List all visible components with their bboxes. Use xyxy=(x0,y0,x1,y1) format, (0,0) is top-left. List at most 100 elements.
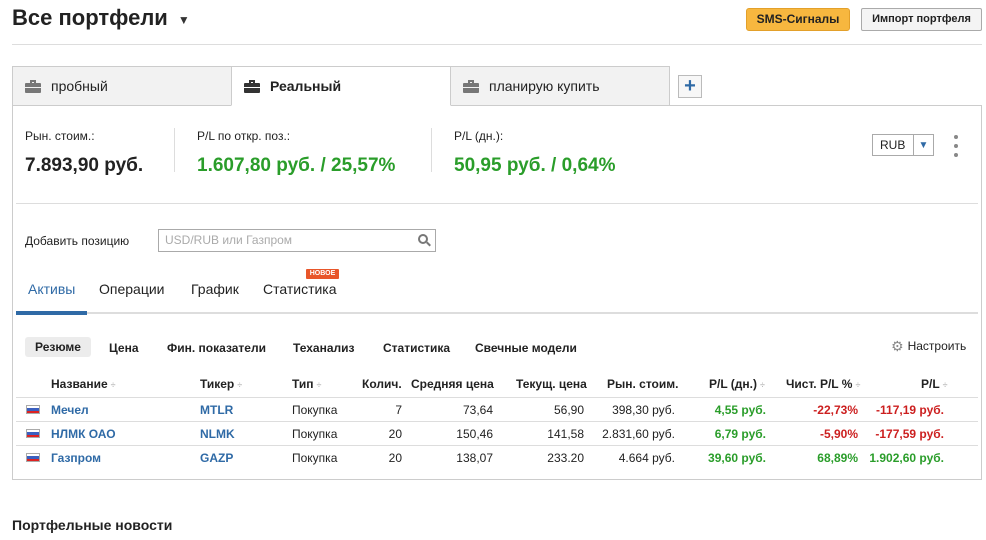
new-badge: НОВОЕ xyxy=(306,269,339,279)
asset-name-link[interactable]: Мечел xyxy=(51,403,89,417)
pl-day-label: P/L (дн.): xyxy=(454,129,504,143)
asset-market-value: 4.664 руб. xyxy=(618,451,675,465)
active-subtab-indicator xyxy=(16,311,87,315)
portfolio-news-heading: Портфельные новости xyxy=(12,517,173,533)
sms-signals-button[interactable]: SMS-Сигналы xyxy=(746,8,850,31)
asset-net-pl-pct: -5,90% xyxy=(819,427,858,441)
asset-net-pl-pct: 68,89% xyxy=(817,451,858,465)
asset-market-value: 398,30 руб. xyxy=(612,403,675,417)
pl-day-value: 50,95 руб. / 0,64% xyxy=(454,155,616,176)
add-position-label: Добавить позицию xyxy=(25,234,130,248)
add-position-input[interactable]: USD/RUB или Газпром xyxy=(158,229,436,252)
asset-type: Покупка xyxy=(292,451,338,465)
filter-candle-patterns[interactable]: Свечные модели xyxy=(475,341,577,355)
asset-cur-price: 56,90 xyxy=(553,403,584,417)
settings-label: Настроить xyxy=(907,339,967,353)
asset-type: Покупка xyxy=(292,403,338,417)
column-header-pl[interactable]: P/L ÷ xyxy=(921,377,948,391)
russia-flag-icon xyxy=(26,429,40,438)
market-value: 7.893,90 руб. xyxy=(25,155,144,176)
asset-avg-price: 150,46 xyxy=(456,427,493,441)
add-portfolio-button[interactable]: + xyxy=(678,75,702,98)
asset-pl-day: 4,55 руб. xyxy=(714,403,766,417)
asset-pl: -117,19 руб. xyxy=(876,403,944,417)
asset-pl: 1.902,60 руб. xyxy=(869,451,944,465)
briefcase-icon xyxy=(244,79,260,93)
asset-qty: 7 xyxy=(395,403,402,417)
tab-label: пробный xyxy=(51,78,108,94)
column-header-qty[interactable]: Колич. xyxy=(362,377,402,391)
divider xyxy=(16,203,978,204)
chevron-down-icon: ▼ xyxy=(177,13,190,27)
tab-portfolio-realny[interactable]: Реальный xyxy=(231,66,451,106)
asset-pl: -177,59 руб. xyxy=(875,427,944,441)
russia-flag-icon xyxy=(26,453,40,462)
currency-value: RUB xyxy=(880,138,906,152)
market-value-label: Рын. стоим.: xyxy=(25,129,95,143)
column-header-cur-price[interactable]: Текущ. цена xyxy=(516,377,587,391)
asset-qty: 20 xyxy=(388,451,402,465)
subtab-statistics[interactable]: Статистика xyxy=(263,281,337,297)
asset-pl-day: 39,60 руб. xyxy=(708,451,766,465)
search-icon[interactable] xyxy=(418,234,431,247)
asset-avg-price: 138,07 xyxy=(456,451,493,465)
chevron-down-icon: ▼ xyxy=(913,135,933,155)
subtab-chart[interactable]: График xyxy=(191,281,239,297)
settings-button[interactable]: ⚙ Настроить xyxy=(891,339,966,353)
tab-label: планирую купить xyxy=(489,78,600,94)
pl-open-stat: P/L по откр. поз.: 1.607,80 руб. / 25,57… xyxy=(197,129,395,177)
subtab-assets[interactable]: Активы xyxy=(28,281,75,297)
subtabs-underline xyxy=(16,312,978,314)
filter-tech-analysis[interactable]: Теханализ xyxy=(293,341,354,355)
asset-qty: 20 xyxy=(388,427,402,441)
briefcase-icon xyxy=(25,79,41,93)
portfolio-selector[interactable]: Все портфели ▼ xyxy=(12,5,190,31)
filter-statistics[interactable]: Статистика xyxy=(383,341,450,355)
row-divider xyxy=(16,421,978,422)
sort-icon: ÷ xyxy=(237,380,243,390)
divider xyxy=(431,128,432,172)
filter-summary[interactable]: Резюме xyxy=(25,337,91,357)
asset-market-value: 2.831,60 руб. xyxy=(602,427,675,441)
market-value-stat: Рын. стоим.: 7.893,90 руб. xyxy=(25,129,143,177)
currency-select[interactable]: RUB ▼ xyxy=(872,134,934,156)
asset-ticker-link[interactable]: NLMK xyxy=(200,427,235,441)
column-header-pl-day[interactable]: P/L (дн.) ÷ xyxy=(709,377,765,391)
pl-open-label: P/L по откр. поз.: xyxy=(197,129,291,143)
gear-icon: ⚙ xyxy=(891,338,904,354)
asset-type: Покупка xyxy=(292,427,338,441)
sort-icon: ÷ xyxy=(855,380,861,390)
russia-flag-icon xyxy=(26,405,40,414)
pl-day-stat: P/L (дн.): 50,95 руб. / 0,64% xyxy=(454,129,615,177)
asset-ticker-link[interactable]: GAZP xyxy=(200,451,233,465)
asset-pl-day: 6,79 руб. xyxy=(714,427,766,441)
page-title: Все портфели xyxy=(12,5,168,30)
page-header: Все портфели ▼ SMS-Сигналы Импорт портфе… xyxy=(12,0,982,45)
column-header-ticker[interactable]: Тикер ÷ xyxy=(200,377,242,391)
asset-name-link[interactable]: Газпром xyxy=(51,451,101,465)
subtab-operations[interactable]: Операции xyxy=(99,281,165,297)
filter-price[interactable]: Цена xyxy=(109,341,139,355)
asset-name-link[interactable]: НЛМК ОАО xyxy=(51,427,116,441)
tab-portfolio-probny[interactable]: пробный xyxy=(12,66,232,106)
column-header-net-pl-pct[interactable]: Чист. P/L % ÷ xyxy=(786,377,860,391)
sort-icon: ÷ xyxy=(316,380,322,390)
import-portfolio-button[interactable]: Импорт портфеля xyxy=(861,8,982,31)
row-divider xyxy=(16,445,978,446)
divider xyxy=(174,128,175,172)
tab-label: Реальный xyxy=(270,78,342,94)
tab-portfolio-planiruyu[interactable]: планирую купить xyxy=(450,66,670,106)
asset-ticker-link[interactable]: MTLR xyxy=(200,403,233,417)
filter-fin-indicators[interactable]: Фин. показатели xyxy=(167,341,266,355)
sort-icon: ÷ xyxy=(942,380,948,390)
asset-cur-price: 233.20 xyxy=(547,451,584,465)
column-header-type[interactable]: Тип ÷ xyxy=(292,377,321,391)
sort-icon: ÷ xyxy=(110,380,116,390)
asset-net-pl-pct: -22,73% xyxy=(813,403,858,417)
more-options-icon[interactable] xyxy=(951,135,961,157)
briefcase-icon xyxy=(463,79,479,93)
column-header-name[interactable]: Название ÷ xyxy=(51,377,116,391)
asset-cur-price: 141,58 xyxy=(547,427,584,441)
column-header-market-value[interactable]: Рын. стоим. xyxy=(607,377,678,391)
column-header-avg-price[interactable]: Средняя цена xyxy=(411,377,494,391)
